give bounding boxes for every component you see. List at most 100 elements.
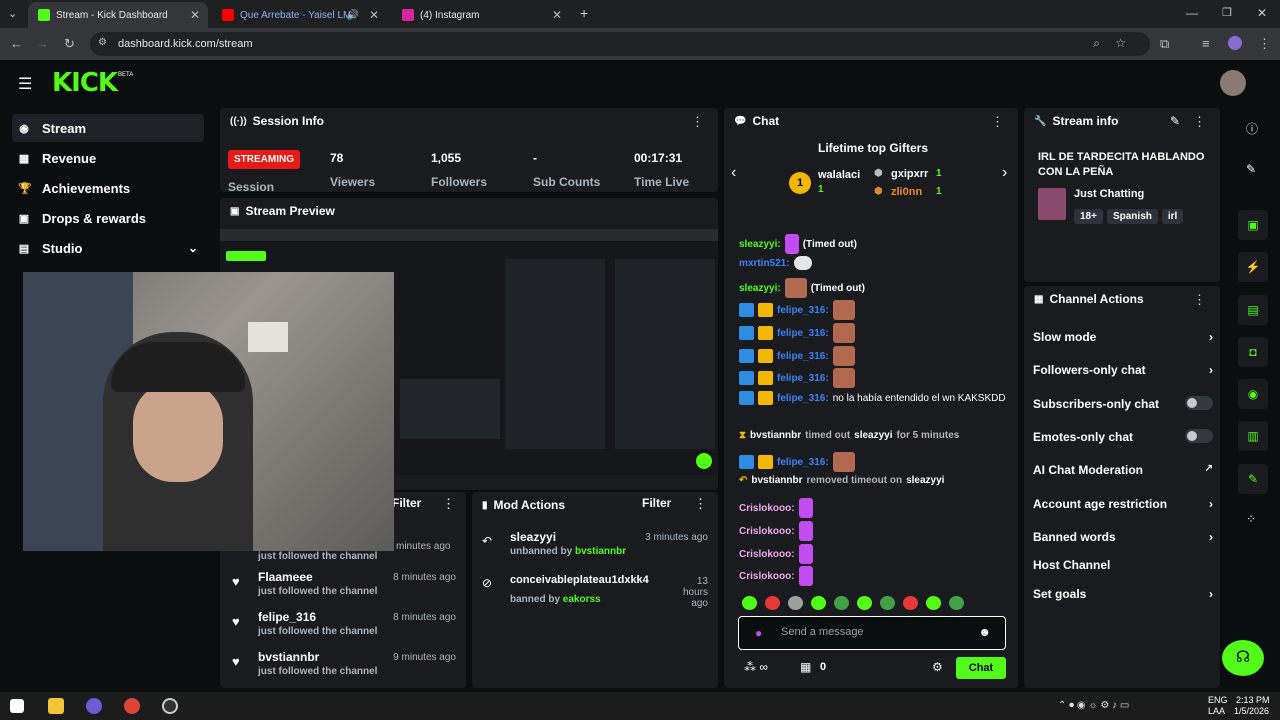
tab-instagram[interactable]: (4) Instagram ✕ [392,2,570,28]
tray-icons[interactable]: ⌃ ⏺ ◉ ☼ ⚙ ♪ ▭ [1058,700,1129,711]
chat-username[interactable]: sleazyyi: [739,283,781,294]
follower-name[interactable]: Flaameee [258,570,313,584]
user-avatar[interactable] [1220,70,1246,96]
info-icon[interactable]: ⓘ [1246,120,1258,137]
gifter-name[interactable]: zli0nn [891,186,922,198]
mod-target-name[interactable]: conceivableplateau1dxkk4 [510,574,649,586]
chat-username[interactable]: mxrtin521: [739,258,790,269]
send-chat-button[interactable]: Chat [956,657,1006,679]
emote-icon[interactable] [903,596,918,610]
chat-username[interactable]: felipe_316: [777,328,829,339]
layout-icon[interactable]: ▥ [1238,421,1268,451]
bookmark-icon[interactable]: ☆ [1115,36,1126,50]
follower-name[interactable]: felipe_316 [258,610,316,624]
discord-icon[interactable] [86,698,102,714]
zoom-icon[interactable]: ⌕ [1093,36,1100,51]
chrome-icon[interactable] [124,698,140,714]
emote-icon[interactable] [949,596,964,610]
chat-username[interactable]: Crislokooo: [739,549,795,560]
host-channel-row[interactable]: Host Channel [1033,558,1213,572]
chevron-down-icon[interactable]: ⌄ [188,241,198,255]
category-name[interactable]: Just Chatting [1074,188,1144,200]
tab-kick-dashboard[interactable]: Stream - Kick Dashboard ✕ [28,2,208,28]
sidebar-item-stream[interactable]: ◉ Stream [12,114,204,142]
external-link-icon[interactable]: ↗ [1205,463,1213,474]
gifter-name[interactable]: gxipxrr [891,168,928,180]
category-thumbnail[interactable] [1038,188,1066,220]
kick-logo[interactable]: KICK [52,68,118,98]
hamburger-menu-icon[interactable]: ☰ [18,74,32,94]
more-options-icon[interactable]: ⋮ [694,496,707,512]
emote-icon[interactable] [857,596,872,610]
banned-words-row[interactable]: Banned words › [1033,530,1213,544]
windows-start-icon[interactable] [10,699,24,713]
chevron-right-icon[interactable]: › [1209,497,1213,511]
sidebar-item-drops[interactable]: ▣ Drops & rewards [12,204,204,232]
set-goals-row[interactable]: Set goals › [1033,587,1213,601]
file-explorer-icon[interactable] [48,698,64,714]
more-options-icon[interactable]: ⋮ [991,114,1004,130]
notes-icon[interactable]: ▤ [1238,295,1268,325]
tab-youtube[interactable]: Que Arrebate - Yaisel LM 🔊 ✕ [212,2,387,28]
subscribers-only-toggle[interactable] [1185,396,1213,410]
new-tab-icon[interactable]: + [580,5,588,21]
chat-input-placeholder[interactable]: Send a message [781,626,864,638]
chevron-right-icon[interactable]: › [1209,587,1213,601]
chevron-right-icon[interactable]: › [1209,530,1213,544]
tab-search-icon[interactable]: ⌄ [8,7,17,20]
broadcast-rail-icon[interactable]: ◉ [1238,379,1268,409]
sidebar-item-achievements[interactable]: 🏆 Achievements [12,174,204,202]
account-age-row[interactable]: Account age restriction › [1033,497,1213,511]
infinity-icon[interactable]: ⁂ ∞ [744,660,768,674]
emote-icon[interactable] [765,596,780,610]
chat-icon[interactable]: ◘ [1238,337,1268,367]
help-headset-icon[interactable]: ☊ [1222,640,1264,676]
chat-username[interactable]: felipe_316: [777,393,829,404]
emoji-icon[interactable]: ☻ [978,625,991,639]
close-icon[interactable]: ✕ [190,8,200,22]
target-name[interactable]: sleazyyi [906,475,944,486]
more-options-icon[interactable]: ⋮ [1193,114,1206,130]
back-icon[interactable]: ← [10,36,23,51]
site-info-icon[interactable]: ⚙ [98,37,107,48]
moderator-name[interactable]: bvstiannbr [751,475,802,486]
emotes-only-toggle[interactable] [1185,429,1213,443]
edit-icon[interactable]: ✎ [1246,162,1256,176]
sidebar-item-studio[interactable]: ▤ Studio ⌄ [12,234,204,262]
edit-icon[interactable]: ✎ [1170,114,1180,128]
chat-username[interactable]: sleazyyi: [739,239,781,250]
camera-icon[interactable]: ▣ [1238,210,1268,240]
share-icon[interactable]: ⁘ [1246,512,1256,526]
maximize-icon[interactable]: ❐ [1222,6,1232,19]
follower-name[interactable]: bvstiannbr [258,650,319,664]
media-icon[interactable]: ≡ [1202,36,1210,51]
activity-filter-button[interactable]: Filter [392,496,421,510]
mod-filter-button[interactable]: Filter [642,496,671,510]
microphone-icon[interactable]: ● [755,626,762,640]
chat-username[interactable]: Crislokooo: [739,571,795,582]
chevron-right-icon[interactable]: › [1209,363,1213,377]
chevron-right-icon[interactable]: › [1002,164,1007,182]
url-input[interactable]: ⚙ dashboard.kick.com/stream ⌕ ☆ [90,32,1150,56]
close-window-icon[interactable]: ✕ [1257,6,1267,20]
chat-username[interactable]: felipe_316: [777,457,829,468]
emote-icon[interactable] [834,596,849,610]
emotes-only-row[interactable]: Emotes-only chat [1033,429,1213,444]
more-options-icon[interactable]: ⋮ [442,496,455,512]
ai-moderation-row[interactable]: AI Chat Moderation ↗ [1033,463,1213,477]
input-language[interactable]: ENG [1208,695,1228,705]
tools-icon[interactable]: ✎ [1238,464,1268,494]
emote-icon[interactable] [788,596,803,610]
followers-only-row[interactable]: Followers-only chat › [1033,363,1213,377]
emote-icon[interactable] [880,596,895,610]
extensions-icon[interactable]: ⧉ [1160,36,1169,52]
store-icon[interactable]: ▦ [800,660,811,674]
chevron-right-icon[interactable]: › [1209,330,1213,344]
minimize-icon[interactable]: — [1186,6,1198,20]
chat-username[interactable]: Crislokooo: [739,526,795,537]
chat-input-box[interactable]: ● Send a message ☻ [738,616,1006,650]
moderator-name[interactable]: bvstiannbr [750,430,801,441]
more-options-icon[interactable]: ⋮ [691,114,704,130]
chat-username[interactable]: felipe_316: [777,373,829,384]
emote-icon[interactable] [811,596,826,610]
